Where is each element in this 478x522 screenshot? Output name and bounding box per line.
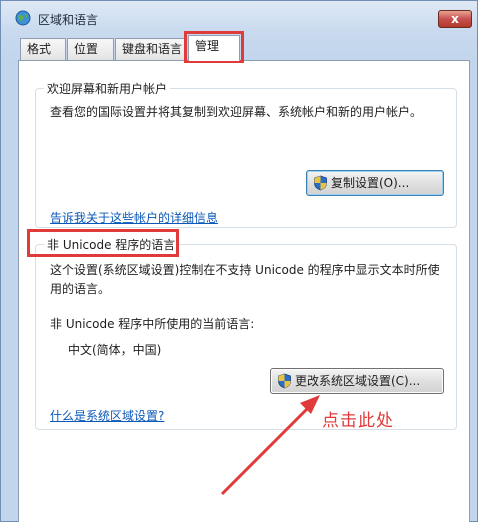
tab-keyboards-languages[interactable]: 键盘和语言 (115, 38, 187, 60)
button-label: 更改系统区域设置(C)... (295, 374, 421, 388)
accounts-info-link[interactable]: 告诉我关于这些帐户的详细信息 (50, 209, 218, 226)
tab-location[interactable]: 位置 (67, 38, 114, 60)
tab-administrative[interactable]: 管理 (188, 35, 240, 61)
tab-label: 键盘和语言 (122, 42, 183, 56)
welcome-description: 查看您的国际设置并将其复制到欢迎屏幕、系统帐户和新的用户帐户。 (50, 105, 423, 119)
annotation-label: 点击此处 (322, 411, 394, 431)
button-label: 复制设置(O)... (331, 176, 410, 190)
tab-label: 位置 (74, 42, 99, 56)
current-language-label: 非 Unicode 程序中所使用的当前语言: (50, 317, 255, 331)
tab-format[interactable]: 格式 (20, 38, 66, 60)
current-language-value: 中文(简体，中国) (68, 343, 162, 357)
uac-shield-icon (278, 373, 291, 389)
tab-panel: 欢迎屏幕和新用户帐户 查看您的国际设置并将其复制到欢迎屏幕、系统帐户和新的用户帐… (18, 60, 470, 522)
non-unicode-description-line2: 用的语言。 (50, 282, 111, 296)
change-system-locale-button[interactable]: 更改系统区域设置(C)... (270, 368, 444, 394)
welcome-screen-group: 欢迎屏幕和新用户帐户 查看您的国际设置并将其复制到欢迎屏幕、系统帐户和新的用户帐… (35, 80, 457, 228)
group-title: 欢迎屏幕和新用户帐户 (44, 80, 171, 97)
non-unicode-description-line1: 这个设置(系统区域设置)控制在不支持 Unicode 的程序中显示文本时所使 (50, 263, 440, 277)
system-locale-info-link[interactable]: 什么是系统区域设置? (50, 407, 164, 424)
uac-shield-icon (314, 175, 327, 191)
non-unicode-group: 非 Unicode 程序的语言 这个设置(系统区域设置)控制在不支持 Unico… (35, 236, 457, 430)
close-icon: x (451, 12, 459, 26)
tab-label: 格式 (27, 42, 52, 56)
globe-icon (15, 10, 31, 26)
title-bar[interactable]: 区域和语言 x (1, 1, 477, 31)
close-button[interactable]: x (438, 10, 472, 28)
region-language-dialog: 区域和语言 x 格式 位置 键盘和语言 管理 欢迎屏幕和新用户帐户 查看您的国际… (0, 0, 478, 522)
copy-settings-button[interactable]: 复制设置(O)... (306, 170, 444, 196)
window-title: 区域和语言 (38, 13, 99, 27)
tab-label: 管理 (195, 39, 220, 53)
group-title: 非 Unicode 程序的语言 (44, 236, 179, 253)
